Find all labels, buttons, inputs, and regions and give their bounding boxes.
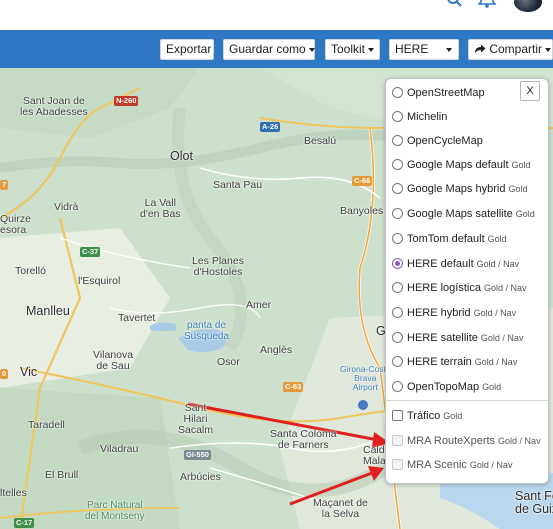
caret-down-icon <box>368 47 375 52</box>
radio-button[interactable] <box>392 159 403 170</box>
export-button[interactable]: Exportar <box>160 39 214 60</box>
place-label: El Brull <box>45 469 79 481</box>
map-provider-value: HERE <box>395 42 429 56</box>
radio-button[interactable] <box>392 233 403 244</box>
search-icon[interactable] <box>446 0 464 10</box>
radio-button[interactable] <box>392 135 403 146</box>
place-label: Arbúcies <box>180 471 221 483</box>
overlay-option-mra-scenic[interactable]: MRA Scenic Gold / Nav <box>392 456 512 474</box>
export-label: Exportar <box>166 42 212 56</box>
place-label: Santa Coloma de Farners <box>270 428 337 451</box>
place-label: Sant Hilari Sacalm <box>178 402 214 436</box>
place-label: Quirze esora <box>0 213 31 236</box>
overlay-option-mra-routexperts[interactable]: MRA RouteXperts Gold / Nav <box>392 432 541 450</box>
save-as-dropdown[interactable]: Guardar como <box>223 39 315 60</box>
radio-button[interactable] <box>392 87 403 98</box>
layer-option-google-default[interactable]: Google Maps default Gold <box>392 156 531 174</box>
radio-button[interactable] <box>392 183 403 194</box>
layer-option-openstreetmap[interactable]: OpenStreetMap <box>392 84 488 102</box>
layer-option-tomtom-default[interactable]: TomTom default Gold <box>392 230 507 248</box>
place-label: Vic <box>20 365 38 379</box>
bell-icon[interactable] <box>478 0 496 10</box>
place-label: panta de Susqueda <box>184 320 230 342</box>
place-label: Santa Pau <box>213 179 263 191</box>
place-label: Cald Mala <box>363 444 386 467</box>
place-label: Anglès <box>260 344 293 356</box>
radio-button-selected[interactable] <box>392 258 403 269</box>
place-label: Besalú <box>304 135 337 147</box>
caret-down-icon <box>545 47 552 52</box>
place-label: Amer <box>246 299 272 311</box>
layer-option-google-hybrid[interactable]: Google Maps hybrid Gold <box>392 180 527 198</box>
radio-button[interactable] <box>392 111 403 122</box>
place-label: Sant Fe de Guix <box>515 489 553 516</box>
place-label: Osor <box>217 356 240 368</box>
place-label: Les Planes d'Hostoles <box>192 255 244 278</box>
road-shield: A-26 <box>260 122 281 132</box>
radio-button[interactable] <box>392 332 403 343</box>
share-dropdown[interactable]: Compartir <box>468 39 553 60</box>
caret-down-icon <box>446 48 452 52</box>
layer-option-here-logistica[interactable]: HERE logística Gold / Nav <box>392 279 527 297</box>
toolkit-dropdown[interactable]: Toolkit <box>325 39 380 60</box>
layer-option-here-terrain[interactable]: HERE terrain Gold / Nav <box>392 353 517 371</box>
place-label: l'Esquirol <box>78 275 121 287</box>
road-shield: C-17 <box>14 518 35 528</box>
layer-option-opentopomap[interactable]: OpenTopoMap Gold <box>392 378 501 396</box>
place-label: Banyoles <box>340 205 384 217</box>
place-label: Vilanova de Sau <box>93 349 134 372</box>
place-label: Parc Natural del Montseny <box>85 500 145 522</box>
road-shield: GI-550 <box>184 450 211 460</box>
layer-option-here-default[interactable]: HERE default Gold / Nav <box>392 255 519 273</box>
top-header <box>0 0 553 30</box>
checkbox-disabled[interactable] <box>392 435 403 446</box>
checkbox-disabled[interactable] <box>392 459 403 470</box>
road-shield: C-63 <box>283 382 304 392</box>
place-label: La Vall d'en Bas <box>140 197 181 220</box>
overlay-option-trafico[interactable]: Tráfico Gold <box>392 407 462 425</box>
road-shield: C-66 <box>352 176 373 186</box>
place-label: Torelló <box>15 265 46 277</box>
map-provider-select[interactable]: HERE <box>389 39 459 60</box>
radio-button[interactable] <box>392 282 403 293</box>
toolbar: Exportar Guardar como Toolkit HERE Compa… <box>0 30 553 68</box>
layer-option-here-satellite[interactable]: HERE satellite Gold / Nav <box>392 329 523 347</box>
avatar[interactable] <box>514 0 542 12</box>
road-shield: C-37 <box>80 247 101 257</box>
layer-option-google-satellite[interactable]: Google Maps satellite Gold <box>392 205 535 223</box>
place-label: Olot <box>170 149 193 163</box>
caret-down-icon <box>308 47 315 52</box>
layer-option-here-hybrid[interactable]: HERE hybrid Gold / Nav <box>392 304 516 322</box>
place-label: Maçanet de la Selva <box>313 497 368 520</box>
radio-button[interactable] <box>392 208 403 219</box>
layer-option-opencyclemap[interactable]: OpenCycleMap <box>392 132 486 150</box>
road-shield: 7 <box>0 180 9 190</box>
place-label: Vidrà <box>54 201 79 213</box>
road-shield: N-260 <box>114 96 139 106</box>
radio-button[interactable] <box>392 356 403 367</box>
radio-button[interactable] <box>392 381 403 392</box>
place-label: ltelles <box>0 487 27 499</box>
layer-option-michelin[interactable]: Michelin <box>392 108 450 126</box>
checkbox[interactable] <box>392 410 403 421</box>
divider <box>386 400 548 401</box>
share-icon <box>475 44 486 53</box>
toolkit-label: Toolkit <box>331 42 366 56</box>
radio-button[interactable] <box>392 307 403 318</box>
place-label: Girona-Costa Brava Airport <box>340 364 391 392</box>
save-as-label: Guardar como <box>229 42 306 56</box>
share-label: Compartir <box>489 42 543 56</box>
place-label: Taradell <box>28 419 65 431</box>
place-label: Tavertet <box>118 312 156 324</box>
place-label: Sant Joan de les Abadesses <box>20 95 88 118</box>
place-label: Viladrau <box>100 443 139 455</box>
close-panel-button[interactable]: X <box>520 81 540 101</box>
place-label: Manlleu <box>26 304 70 318</box>
road-shield: 0 <box>0 369 9 379</box>
